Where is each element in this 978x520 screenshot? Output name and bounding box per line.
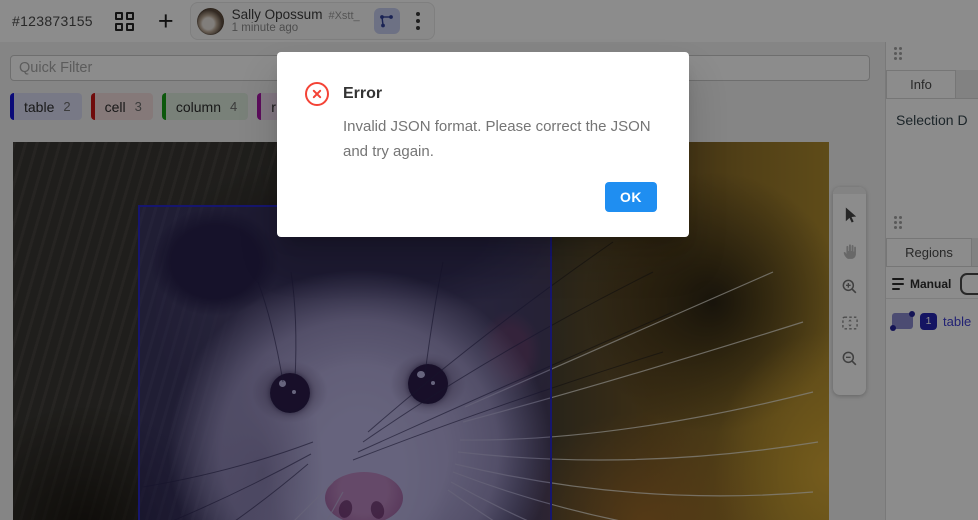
ok-button[interactable]: OK [605, 182, 657, 212]
dialog-message: Invalid JSON format. Please correct the … [343, 114, 655, 164]
error-icon [305, 82, 329, 106]
dialog-title: Error [343, 85, 382, 103]
error-dialog: Error Invalid JSON format. Please correc… [277, 52, 689, 237]
